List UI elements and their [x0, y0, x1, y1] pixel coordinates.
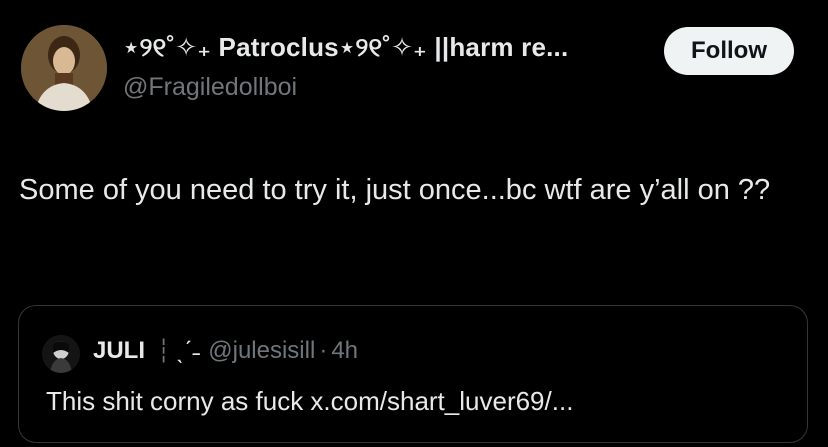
- follow-button[interactable]: Follow: [664, 27, 794, 75]
- quoted-author-name[interactable]: JULI: [93, 337, 145, 365]
- author-handle[interactable]: @Fragiledollboi: [123, 73, 297, 102]
- quoted-author-avatar[interactable]: [42, 335, 80, 373]
- quoted-name-separator: ┆: [157, 338, 171, 363]
- timestamp-separator: ·: [319, 337, 328, 364]
- quoted-author-handle[interactable]: @julesisill: [208, 337, 315, 365]
- quoted-name-decoration: ˎˊ˗: [176, 337, 201, 364]
- quoted-tweet-text: This shit corny as fuck x.com/shart_luve…: [46, 386, 574, 416]
- quoted-tweet-card[interactable]: JULI ┆ ˎˊ˗ @julesisill · 4h This shit co…: [18, 305, 808, 443]
- quoted-tweet-timestamp[interactable]: 4h: [331, 337, 358, 365]
- avatar-photo-icon: [21, 25, 107, 111]
- avatar-photo-icon: [42, 335, 80, 373]
- tweet-text: Some of you need to try it, just once...…: [19, 174, 771, 206]
- quoted-tweet-header: JULI ┆ ˎˊ˗ @julesisill · 4h: [93, 337, 358, 365]
- author-display-name[interactable]: ⋆୨୧˚✧₊ Patroclus⋆୨୧˚✧₊ ||harm re...: [123, 32, 568, 64]
- author-avatar[interactable]: [21, 25, 107, 111]
